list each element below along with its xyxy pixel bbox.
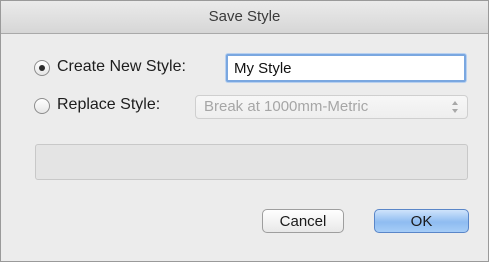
create-new-style-radio-icon[interactable] [34, 60, 50, 76]
cancel-button[interactable]: Cancel [262, 209, 344, 233]
up-down-arrows-icon [451, 99, 459, 115]
replace-style-selected-value: Break at 1000mm-Metric [204, 98, 369, 115]
ok-button[interactable]: OK [374, 209, 469, 233]
replace-style-select[interactable]: Break at 1000mm-Metric [195, 95, 468, 119]
replace-style-label[interactable]: Replace Style: [57, 96, 160, 114]
replace-style-radio-icon[interactable] [34, 98, 50, 114]
save-style-dialog: Save Style Create New Style: Replace Sty… [0, 0, 489, 262]
dialog-title: Save Style [1, 1, 488, 34]
style-name-input[interactable] [226, 54, 466, 82]
create-new-style-label[interactable]: Create New Style: [57, 58, 186, 76]
status-field [35, 144, 468, 180]
